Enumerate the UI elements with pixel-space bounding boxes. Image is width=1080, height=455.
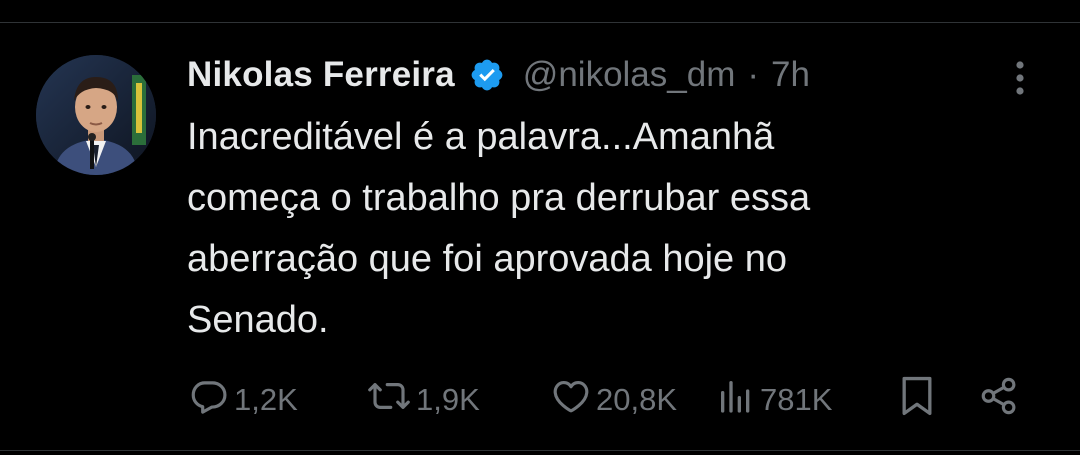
- separator-dot: ·: [747, 55, 760, 94]
- retweet-icon: [366, 375, 412, 425]
- tweet-header: Nikolas Ferreira @nikolas_dm · 7h: [187, 52, 810, 98]
- tweet-timestamp[interactable]: 7h: [771, 55, 810, 95]
- tweet-text: Inacreditável é a palavra...Amanhã começ…: [187, 116, 811, 341]
- verified-badge-icon: [469, 57, 505, 93]
- views-count: 781K: [760, 382, 833, 417]
- retweet-button[interactable]: 1,9K: [366, 370, 480, 430]
- avatar-image: [36, 55, 156, 175]
- views-icon: [716, 375, 756, 425]
- avatar[interactable]: [36, 55, 156, 175]
- more-vertical-icon[interactable]: [1010, 58, 1030, 98]
- top-divider: [0, 22, 1080, 23]
- reply-icon: [188, 375, 230, 425]
- share-icon: [978, 375, 1020, 425]
- retweet-count: 1,9K: [416, 382, 480, 417]
- bottom-divider: [0, 450, 1080, 451]
- author-name[interactable]: Nikolas Ferreira: [187, 55, 455, 95]
- author-handle[interactable]: @nikolas_dm: [523, 55, 736, 95]
- bookmark-icon: [898, 374, 936, 426]
- reply-button[interactable]: 1,2K: [188, 370, 298, 430]
- views-button[interactable]: 781K: [716, 370, 832, 430]
- bookmark-button[interactable]: [898, 370, 936, 430]
- like-count: 20,8K: [596, 382, 678, 417]
- heart-icon: [550, 375, 592, 425]
- tweet-actions: 1,2K 1,9K 20,8K 781K: [0, 370, 1080, 430]
- share-button[interactable]: [978, 370, 1020, 430]
- reply-count: 1,2K: [234, 382, 298, 417]
- like-button[interactable]: 20,8K: [550, 370, 677, 430]
